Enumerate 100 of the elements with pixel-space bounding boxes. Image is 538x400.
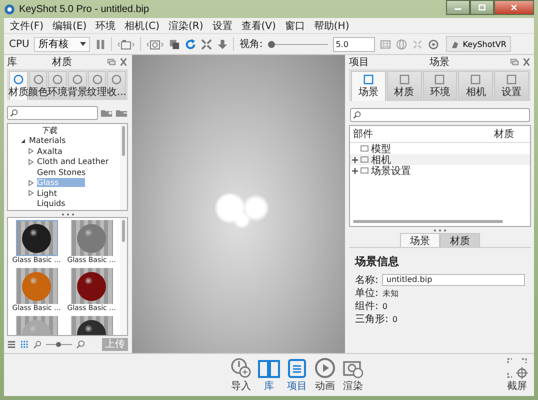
- project-tab[interactable]: 环境: [422, 71, 458, 101]
- search-field[interactable]: [7, 106, 98, 120]
- menu-item[interactable]: 帮助(H): [314, 18, 350, 32]
- undock-icon[interactable]: [510, 58, 519, 66]
- copy-icon[interactable]: [169, 38, 180, 50]
- bottom-toolbar-button[interactable]: 项目: [284, 357, 310, 393]
- menu-item[interactable]: 相机(C): [124, 18, 160, 32]
- bottom-toolbar-button[interactable]: 导入: [228, 357, 254, 393]
- field-label: 组件:: [355, 300, 378, 313]
- square-icon: [506, 74, 518, 85]
- bottom-toolbar-button[interactable]: 动画: [312, 357, 338, 393]
- view-angle-label: 视角:: [239, 38, 263, 51]
- sphere-icon: [111, 74, 122, 85]
- list-icon: [286, 357, 308, 379]
- tree-item[interactable]: 相机: [371, 152, 391, 166]
- globe-icon[interactable]: [396, 38, 407, 50]
- tree-item[interactable]: Axalta: [8, 146, 120, 156]
- render-viewport[interactable]: [132, 55, 345, 353]
- scene-node-icon: [360, 156, 369, 163]
- play-icon: [314, 357, 336, 379]
- view-angle-field[interactable]: 5.0: [332, 36, 375, 52]
- close-icon[interactable]: [522, 58, 531, 66]
- library-tab[interactable]: 收...: [107, 71, 126, 100]
- tree-item[interactable]: Light: [8, 188, 120, 198]
- field-value: 0: [382, 302, 388, 310]
- tree-item[interactable]: Materials: [8, 136, 120, 146]
- sphere-icon: [12, 74, 24, 85]
- cpu-dropdown[interactable]: 所有核: [34, 36, 90, 52]
- library-tab[interactable]: 环境: [48, 71, 68, 100]
- minimize-button[interactable]: [446, 0, 470, 15]
- menu-item[interactable]: 编辑(E): [52, 18, 87, 32]
- refresh-icon[interactable]: [185, 38, 196, 50]
- field-label: 名称:: [355, 274, 378, 287]
- menu-item[interactable]: 渲染(R): [168, 18, 204, 32]
- tree-item[interactable]: Gem Stones: [8, 167, 120, 178]
- column-header: 材质: [494, 128, 514, 141]
- material-thumbnail[interactable]: [16, 220, 58, 256]
- menu-item[interactable]: 窗口: [284, 18, 305, 32]
- material-thumbnail[interactable]: [70, 220, 112, 256]
- menu-item[interactable]: 环境: [96, 18, 116, 32]
- menu-item[interactable]: 文件(F): [10, 18, 44, 32]
- keyshotvr-button[interactable]: KeyShotVR: [446, 36, 512, 52]
- crosshair-icon: [506, 357, 528, 379]
- zoom-out-icon[interactable]: [33, 340, 42, 349]
- caret-icon: [80, 42, 86, 46]
- sub-tab[interactable]: 材质: [440, 233, 480, 247]
- material-thumbnail[interactable]: [70, 268, 112, 304]
- material-thumbnail[interactable]: [16, 268, 58, 304]
- tree-item[interactable]: Liquids: [8, 198, 120, 209]
- maximize-button[interactable]: [470, 0, 494, 15]
- menu-item[interactable]: 设置: [212, 18, 232, 32]
- pause-icon[interactable]: [95, 38, 106, 50]
- screenshot-button[interactable]: 截屏: [504, 357, 530, 393]
- library-tab[interactable]: 背景: [68, 71, 87, 100]
- project-tab[interactable]: 场景: [351, 71, 386, 101]
- tree-item[interactable]: 下载: [8, 125, 120, 136]
- add-folder-icon[interactable]: [100, 108, 113, 118]
- camera-icon[interactable]: [146, 38, 164, 50]
- app-icon: [4, 4, 15, 14]
- cpu-label: CPU: [9, 38, 30, 50]
- bottom-toolbar-button[interactable]: 库: [256, 357, 282, 393]
- panel-title: 项目: [349, 56, 369, 69]
- splitter-handle-icon[interactable]: [60, 212, 74, 216]
- name-field[interactable]: untitled.bip: [382, 274, 525, 286]
- fit-icon[interactable]: [201, 38, 212, 50]
- close-button[interactable]: [494, 0, 534, 15]
- expand-icon[interactable]: [352, 168, 358, 174]
- section-title: 场景信息: [355, 254, 400, 269]
- square-icon: [434, 74, 446, 85]
- folder-icon[interactable]: [117, 38, 136, 50]
- zoom-in-icon[interactable]: [76, 340, 85, 349]
- gear-icon[interactable]: [428, 38, 439, 50]
- tree-item[interactable]: Cloth and Leather: [8, 156, 120, 167]
- menu-item[interactable]: 查看(V): [241, 18, 276, 32]
- search-field[interactable]: [350, 108, 530, 122]
- project-tab[interactable]: 相机: [458, 71, 494, 101]
- bottom-toolbar-button[interactable]: 渲染: [340, 357, 366, 393]
- library-tab[interactable]: 材质: [9, 71, 28, 100]
- square-icon: [398, 74, 410, 85]
- list-view-icon[interactable]: [7, 340, 16, 349]
- undock-icon[interactable]: [107, 58, 116, 66]
- project-tab[interactable]: 材质: [386, 71, 422, 101]
- tree-item[interactable]: 模型: [371, 142, 391, 156]
- library-tab[interactable]: 颜色: [28, 71, 48, 100]
- sphere-icon: [72, 74, 83, 85]
- splitter-handle-icon[interactable]: [433, 228, 447, 232]
- sub-tab[interactable]: 场景: [400, 233, 440, 247]
- grid-view-icon[interactable]: [20, 340, 29, 349]
- search-icon: [10, 109, 18, 117]
- library-tab[interactable]: 纹理: [88, 71, 106, 100]
- down-arrow-icon[interactable]: [217, 38, 228, 50]
- search-icon: [353, 111, 361, 119]
- close-icon[interactable]: [119, 58, 128, 66]
- panel-subtitle: 场景: [428, 56, 450, 69]
- grid-icon[interactable]: [380, 38, 391, 50]
- remove-folder-icon[interactable]: [115, 108, 128, 118]
- sphere-icon: [92, 74, 103, 85]
- tree-item[interactable]: 场景设置: [371, 164, 411, 178]
- project-tab[interactable]: 设置: [494, 71, 529, 101]
- expand-icon[interactable]: [352, 156, 358, 162]
